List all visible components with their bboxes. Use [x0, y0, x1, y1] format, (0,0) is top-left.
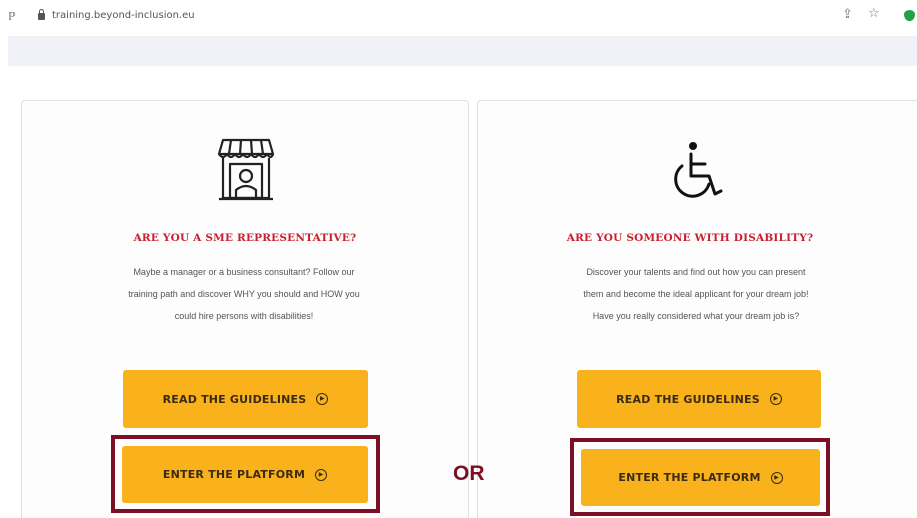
arrow-circle-icon: ▶: [769, 393, 782, 405]
disability-read-guidelines-button[interactable]: READ THE GUIDELINES ▶: [577, 370, 821, 428]
description-line: training path and discover WHY you shoul…: [128, 289, 360, 299]
arrow-circle-icon: ▶: [316, 393, 329, 405]
button-label: ENTER THE PLATFORM: [162, 468, 306, 481]
arrow-circle-icon: ▶: [315, 468, 328, 481]
arrow-circle-icon: ▶: [770, 471, 783, 484]
button-label: ENTER THE PLATFORM: [618, 471, 761, 484]
sme-card-description: Maybe a manager or a business consultant…: [48, 261, 440, 327]
disability-card-description: Discover your talents and find out how y…: [500, 261, 892, 327]
description-line: Have you really considered what your dre…: [592, 311, 800, 321]
share-icon[interactable]: ⇪: [842, 7, 853, 22]
button-label: READ THE GUIDELINES: [162, 392, 307, 406]
or-label: OR: [453, 462, 485, 485]
address-bar[interactable]: training.beyond-inclusion.eu: [52, 10, 195, 21]
bookmark-bar: [8, 36, 917, 66]
tab-icon[interactable]: ℙ: [8, 10, 16, 23]
disability-enter-platform-button[interactable]: ENTER THE PLATFORM ▶: [581, 449, 820, 506]
bookmark-star-icon[interactable]: ☆: [868, 6, 880, 21]
wheelchair-icon: [674, 142, 723, 198]
button-label: READ THE GUIDELINES: [616, 392, 760, 406]
sme-read-guidelines-button[interactable]: READ THE GUIDELINES ▶: [123, 370, 368, 428]
description-line: could hire persons with disabilities!: [174, 311, 314, 321]
sme-enter-platform-button[interactable]: ENTER THE PLATFORM ▶: [122, 446, 368, 503]
extension-shield-icon[interactable]: [904, 10, 915, 21]
shop-icon: [217, 138, 275, 201]
description-line: Maybe a manager or a business consultant…: [133, 267, 355, 277]
browser-toolbar: ℙ training.beyond-inclusion.eu ⇪ ☆: [0, 0, 917, 36]
disability-card-title: ARE YOU SOMEONE WITH DISABILITY?: [566, 232, 814, 244]
description-line: Discover your talents and find out how y…: [586, 267, 806, 277]
sme-card-title: ARE YOU A SME REPRESENTATIVE?: [133, 232, 357, 244]
lock-icon[interactable]: [38, 9, 45, 20]
description-line: them and become the ideal applicant for …: [583, 289, 809, 299]
